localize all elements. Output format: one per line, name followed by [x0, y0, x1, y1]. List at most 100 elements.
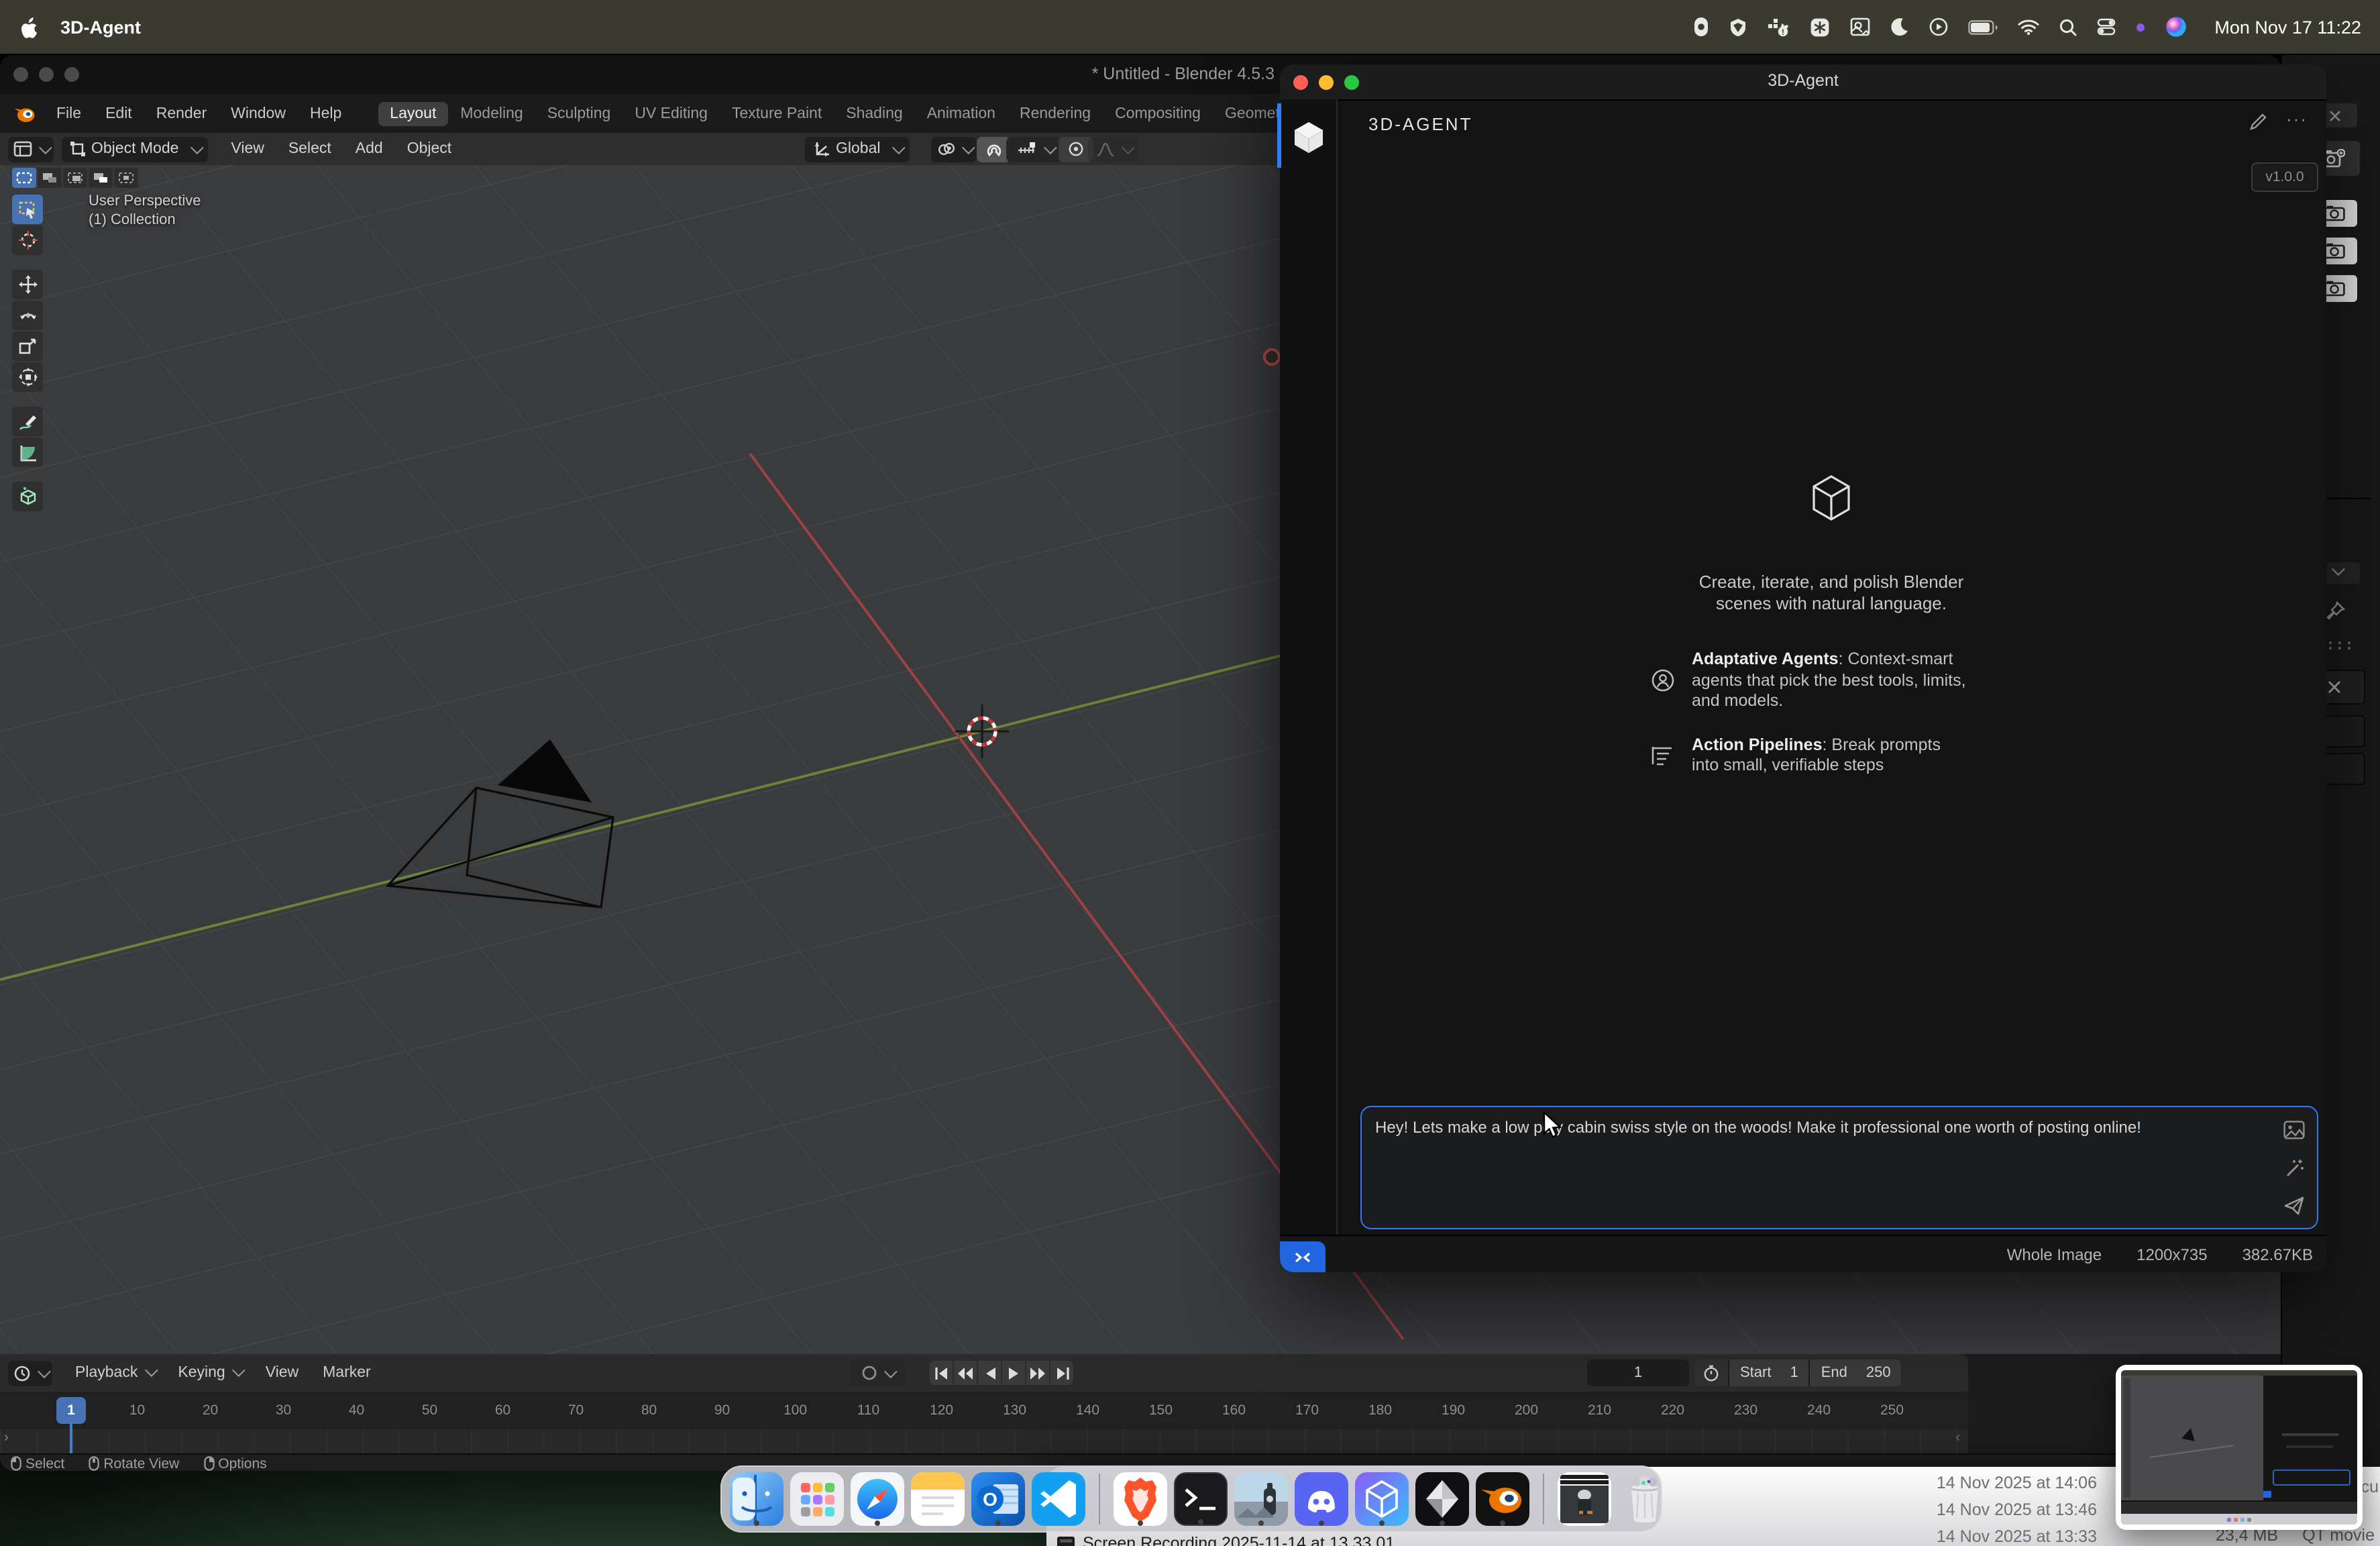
- dock-notes[interactable]: [911, 1472, 965, 1526]
- menu-object[interactable]: Object: [395, 141, 464, 157]
- recording-filename[interactable]: Screen Recording 2025-11-14 at 13.33.01: [1057, 1534, 1395, 1546]
- snap-with-button[interactable]: [1006, 136, 1063, 162]
- jump-to-end-button[interactable]: [1050, 1361, 1073, 1385]
- play-reverse-button[interactable]: [978, 1361, 1001, 1385]
- play-circle-icon[interactable]: [1929, 17, 1947, 36]
- proportional-falloff-button[interactable]: [1088, 136, 1139, 162]
- tab-animation[interactable]: Animation: [915, 101, 1008, 125]
- tab-sculpting[interactable]: Sculpting: [535, 101, 623, 125]
- close-button[interactable]: [13, 67, 28, 82]
- play-button[interactable]: [1002, 1361, 1025, 1385]
- menu-help[interactable]: Help: [298, 105, 354, 121]
- prompt-input[interactable]: Hey! Lets make a low poly cabin swiss st…: [1360, 1106, 2318, 1229]
- shield-icon[interactable]: [1729, 17, 1746, 37]
- screenshot-icon[interactable]: [1849, 17, 1870, 36]
- file-date-row[interactable]: 14 Nov 2025 at 14:06: [1937, 1470, 2097, 1496]
- timeline-editor-type-button[interactable]: [8, 1360, 52, 1386]
- dock-brave[interactable]: [1114, 1472, 1167, 1526]
- attach-image-icon[interactable]: [2283, 1121, 2305, 1139]
- tool-move[interactable]: [12, 270, 43, 299]
- scroll-left-icon[interactable]: ‹: [1955, 1431, 1960, 1445]
- tab-texture-paint[interactable]: Texture Paint: [720, 101, 834, 125]
- end-frame-field[interactable]: End250: [1809, 1359, 1902, 1386]
- tool-transform[interactable]: [12, 362, 43, 392]
- record-indicator-icon[interactable]: [1692, 16, 1709, 38]
- menu-playback[interactable]: Playback: [63, 1365, 166, 1381]
- dock-safari[interactable]: [851, 1472, 904, 1526]
- dock-finder[interactable]: [730, 1472, 783, 1526]
- prev-keyframe-button[interactable]: [954, 1361, 977, 1385]
- next-keyframe-button[interactable]: [1026, 1361, 1049, 1385]
- auto-keying-button[interactable]: [849, 1360, 906, 1386]
- dock-trash[interactable]: [1618, 1472, 1672, 1526]
- tool-annotate[interactable]: [12, 407, 43, 436]
- select-mode-subtract[interactable]: [63, 168, 87, 188]
- snap-target-button[interactable]: [931, 136, 977, 162]
- menu-keying[interactable]: Keying: [166, 1365, 253, 1381]
- blender-logo-icon[interactable]: [13, 104, 36, 123]
- dock-shader-app[interactable]: [1415, 1472, 1469, 1526]
- search-icon[interactable]: [2059, 18, 2076, 36]
- enhance-wand-icon[interactable]: [2285, 1158, 2305, 1178]
- collapse-panel-button[interactable]: [1280, 1241, 1326, 1272]
- menu-render[interactable]: Render: [144, 105, 219, 121]
- dock-launchpad[interactable]: [790, 1472, 844, 1526]
- tab-modeling[interactable]: Modeling: [448, 101, 535, 125]
- tool-rotate[interactable]: [12, 301, 43, 330]
- siri-icon[interactable]: [2165, 16, 2186, 38]
- wifi-icon[interactable]: [2017, 19, 2039, 35]
- select-mode-extend[interactable]: [38, 168, 62, 188]
- snowflake-app-icon[interactable]: [1809, 17, 1829, 37]
- file-date-row[interactable]: 14 Nov 2025 at 13:46: [1937, 1496, 2097, 1523]
- tab-uv-editing[interactable]: UV Editing: [623, 101, 720, 125]
- focus-moon-icon[interactable]: [1890, 17, 1908, 36]
- menu-marker[interactable]: Marker: [311, 1365, 383, 1381]
- menu-add[interactable]: Add: [343, 141, 395, 157]
- dock-3d-agent[interactable]: [1355, 1472, 1409, 1526]
- jump-to-start-button[interactable]: [930, 1361, 953, 1385]
- dock-discord[interactable]: [1295, 1472, 1348, 1526]
- tool-add-cube[interactable]: [12, 482, 43, 511]
- docker-icon[interactable]: !: [1766, 17, 1789, 37]
- channel-expand-icon[interactable]: ›: [4, 1431, 9, 1445]
- minimize-button[interactable]: [39, 67, 54, 82]
- apple-menu-icon[interactable]: [19, 15, 39, 38]
- recording-preview-thumbnail[interactable]: [2116, 1365, 2363, 1530]
- menu-timeline-view[interactable]: View: [254, 1365, 311, 1381]
- tab-compositing[interactable]: Compositing: [1103, 101, 1213, 125]
- dock-terminal[interactable]: [1174, 1472, 1228, 1526]
- menu-select[interactable]: Select: [276, 141, 343, 157]
- send-icon[interactable]: [2283, 1196, 2305, 1216]
- active-app-name[interactable]: 3D-Agent: [60, 17, 141, 37]
- agent-cube-icon[interactable]: [1293, 121, 1324, 154]
- tool-cursor[interactable]: [12, 225, 43, 255]
- tool-measure[interactable]: [12, 437, 43, 467]
- control-center-icon[interactable]: [2096, 17, 2115, 36]
- playhead[interactable]: [70, 1423, 72, 1453]
- menu-view[interactable]: View: [219, 141, 276, 157]
- current-frame-field[interactable]: 1: [1587, 1359, 1689, 1386]
- timeline-tracks[interactable]: › ‹: [0, 1429, 1968, 1453]
- menu-bar-clock[interactable]: Mon Nov 17 11:22: [2214, 17, 2361, 37]
- select-mode-invert[interactable]: [89, 168, 113, 188]
- mode-select[interactable]: Object Mode: [62, 136, 208, 162]
- select-mode-intersect[interactable]: [114, 168, 138, 188]
- tab-shading[interactable]: Shading: [834, 101, 914, 125]
- file-date-row[interactable]: 14 Nov 2025 at 13:33: [1937, 1523, 2097, 1546]
- current-frame-indicator[interactable]: 1: [56, 1397, 86, 1424]
- editor-type-button[interactable]: [8, 136, 54, 162]
- more-options-icon[interactable]: ···: [2286, 109, 2308, 129]
- dock-minimized-window[interactable]: [1558, 1472, 1611, 1526]
- dock-blender[interactable]: [1476, 1472, 1529, 1526]
- dock-preview-image[interactable]: [1234, 1472, 1288, 1526]
- transform-orientation-select[interactable]: Global: [805, 136, 910, 162]
- tab-layout[interactable]: Layout: [378, 101, 448, 125]
- battery-icon[interactable]: [1967, 19, 1997, 34]
- tool-select-box[interactable]: [12, 195, 43, 224]
- tab-rendering[interactable]: Rendering: [1008, 101, 1103, 125]
- tool-scale[interactable]: [12, 331, 43, 361]
- menu-edit[interactable]: Edit: [93, 105, 144, 121]
- start-frame-field[interactable]: Start1: [1728, 1359, 1809, 1386]
- dock-outlook[interactable]: O: [971, 1472, 1025, 1526]
- dock-vscode[interactable]: [1032, 1472, 1085, 1526]
